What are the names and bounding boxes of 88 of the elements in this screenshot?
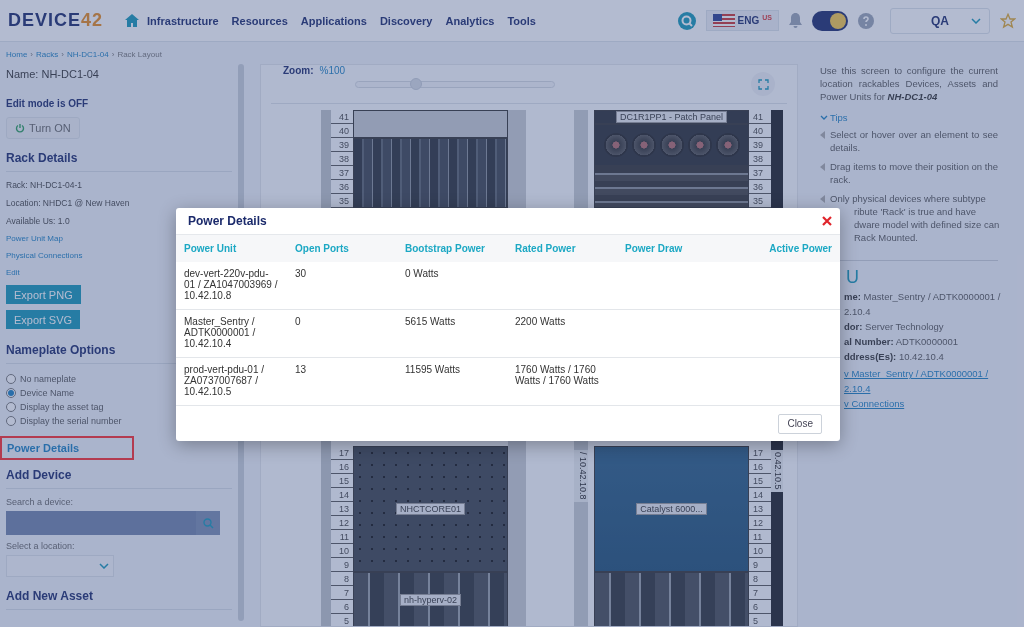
edit-mode-status: Edit mode is OFF xyxy=(6,98,89,109)
tip-text: Drag items to move their position on the rack. xyxy=(830,160,998,186)
pdu-detail: dor: Server Technology xyxy=(843,320,945,333)
server-drawing: nh-hyperv-02 xyxy=(353,572,508,626)
search-field[interactable] xyxy=(6,511,196,535)
table-cell: 30 xyxy=(287,262,397,310)
export-button[interactable]: Export SVG xyxy=(6,310,81,329)
rack-detail: Location: NHDC1 @ New Haven xyxy=(6,198,130,208)
bullet-icon xyxy=(820,163,826,171)
fullscreen-button[interactable] xyxy=(751,72,775,96)
table-cell: 13 xyxy=(287,358,397,406)
chevron-down-icon xyxy=(820,114,828,121)
column-header: Rated Power xyxy=(507,235,617,262)
patch-panel-drawing: DC1R1PP1 - Patch Panel xyxy=(594,110,749,124)
logo: DEVICE42 xyxy=(8,10,104,31)
table-cell: 0 xyxy=(287,310,397,358)
pdu-detail: al Number: ADTK0000001 xyxy=(843,335,960,348)
section-title: Add Device xyxy=(6,460,232,489)
nav-link[interactable]: Applications xyxy=(300,14,367,27)
breadcrumb-separator: › xyxy=(30,50,33,59)
table-cell: Master_Sentry / ADTK0000001 / 10.42.10.4 xyxy=(176,310,287,358)
nameplate-radio[interactable]: Display the serial number xyxy=(6,414,232,428)
close-button[interactable]: Close xyxy=(778,413,822,434)
rack-detail: Available Us: 1.0 xyxy=(6,216,70,226)
power-icon xyxy=(15,123,25,133)
search-button[interactable] xyxy=(196,511,220,535)
column-header: Active Power xyxy=(727,235,840,262)
column-header: Power Draw xyxy=(617,235,727,262)
search-icon[interactable] xyxy=(677,11,696,30)
turn-on-button[interactable]: Turn ON xyxy=(6,117,80,139)
breadcrumb-current: Rack Layout xyxy=(117,50,162,59)
nav-link[interactable]: Discovery xyxy=(379,14,433,27)
bell-icon[interactable] xyxy=(789,13,802,28)
zoom-value: %100 xyxy=(319,65,346,76)
table-cell: prod-vert-pdu-01 / ZA0737007687 / 10.42.10.5 xyxy=(176,358,287,406)
search-icon xyxy=(202,517,214,529)
chevron-down-icon xyxy=(99,563,109,569)
close-icon[interactable] xyxy=(822,216,832,226)
field-label: Select a location: xyxy=(6,541,75,551)
power-details-link[interactable]: Power Details xyxy=(0,436,134,460)
bullet-icon xyxy=(820,131,826,139)
field-label: Search a device: xyxy=(6,497,74,507)
table-cell: 0 Watts xyxy=(397,262,507,310)
tips-toggle[interactable]: Tips xyxy=(820,111,998,124)
pdu-link[interactable]: 2.10.4 xyxy=(844,382,871,395)
table-cell: 1760 Watts / 1760 Watts / 1760 Watts xyxy=(507,358,617,406)
zoom-slider[interactable] xyxy=(355,80,556,88)
export-button[interactable]: Export PNG xyxy=(6,285,81,304)
pdu-detail: ddress(Es): 10.42.10.4 xyxy=(843,350,945,363)
breadcrumb-link[interactable]: Racks xyxy=(36,50,59,59)
breadcrumb-link[interactable]: Home xyxy=(6,50,28,59)
breadcrumb-separator: › xyxy=(61,50,64,59)
pdu-link[interactable]: v Master_Sentry / ADTK0000001 / xyxy=(844,367,989,380)
switch-chassis-drawing: Catalyst 6000... xyxy=(594,446,749,572)
zoom-label: Zoom: xyxy=(283,65,314,76)
nav-link[interactable]: Infrastructure xyxy=(147,14,219,27)
rack-name: Name: NH-DC1-04 xyxy=(6,68,99,80)
expand-icon xyxy=(757,78,769,90)
nav-link[interactable]: Analytics xyxy=(445,14,495,27)
nav-link[interactable]: Resources xyxy=(231,14,288,27)
table-cell: dev-vert-220v-pdu-01 / ZA1047003969 / 10.42.10.8 xyxy=(176,262,287,310)
rack-detail: Rack: NH-DC1-04-1 xyxy=(6,180,83,190)
column-header: Power Unit xyxy=(176,235,287,262)
home-icon[interactable] xyxy=(125,14,140,27)
tip-text: Select or hover over an element to see details. xyxy=(830,128,998,154)
intro-text: Use this screen to configure the current location rackables Devices, Assets and Power Units for NH-DC1-04 xyxy=(820,64,998,103)
column-header: Open Ports xyxy=(287,235,397,262)
user-dropdown[interactable]: QA xyxy=(890,7,990,34)
column-header: Bootstrap Power xyxy=(397,235,507,262)
table-cell: 11595 Watts xyxy=(397,358,507,406)
dialog-title: Power Details xyxy=(188,214,267,228)
section-title: Add New Asset xyxy=(6,581,232,610)
table-cell: 5615 Watts xyxy=(397,310,507,358)
theme-toggle[interactable] xyxy=(812,10,848,31)
table-cell: 2200 Watts xyxy=(507,310,617,358)
help-icon[interactable] xyxy=(858,12,874,29)
breadcrumb-separator: › xyxy=(111,50,115,59)
pdu-link[interactable]: v Connections xyxy=(844,397,905,410)
section-title: Rack Details xyxy=(6,143,232,172)
star-icon[interactable] xyxy=(1000,12,1016,29)
flag-icon xyxy=(712,14,735,27)
bullet-icon xyxy=(820,195,826,203)
chevron-down-icon xyxy=(971,17,981,24)
location-select[interactable] xyxy=(6,555,114,577)
breadcrumb-link[interactable]: NH-DC1-04 xyxy=(66,50,109,59)
nav-link[interactable]: Tools xyxy=(507,14,536,27)
switch-chassis-drawing: NHCTCORE01 xyxy=(353,446,508,572)
pdu-detail: 2.10.4 xyxy=(843,305,872,318)
